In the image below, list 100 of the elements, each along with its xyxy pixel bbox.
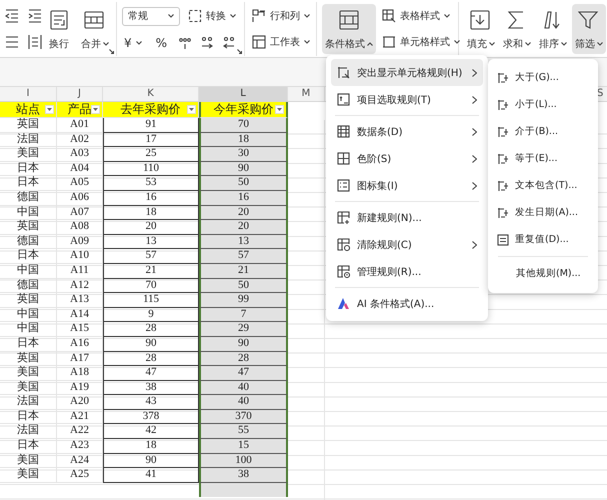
indent-increase-icon[interactable] (28, 8, 42, 24)
align-left-icon[interactable] (5, 34, 19, 50)
table-cell: 日本 (0, 336, 57, 352)
top-items-icon (337, 93, 350, 106)
column-header[interactable]: I (0, 87, 57, 101)
fill-button[interactable]: 填充 (464, 4, 498, 54)
table-cell: 中国 (0, 206, 57, 220)
column-header[interactable]: M (288, 87, 325, 101)
caret-icon (454, 40, 460, 44)
menu-item[interactable]: 新建规则(N)... (331, 204, 483, 231)
distribute-icon[interactable] (28, 34, 42, 50)
dialog-launcher-icon[interactable] (109, 49, 114, 54)
table-cell: 30 (199, 147, 288, 162)
conditional-format-icon (338, 10, 360, 30)
table-cell: A23 (57, 439, 103, 454)
filter-dropdown-button[interactable] (187, 105, 196, 114)
table-cell: 21 (199, 264, 288, 279)
table-cell: 38 (199, 468, 288, 483)
table-cell: 20 (199, 206, 288, 220)
table-cell: 20 (199, 220, 288, 235)
sum-button[interactable]: 求和 (500, 4, 534, 54)
clear-rules-icon (337, 238, 350, 251)
rule-icon (497, 98, 509, 110)
convert-button[interactable]: 转换 (186, 7, 238, 25)
caret-icon (189, 108, 194, 111)
rows-columns-button[interactable]: 行和列 (250, 7, 312, 25)
icon-set-icon (337, 179, 350, 192)
table-cell: 中国 (0, 322, 57, 337)
rule-icon (497, 180, 509, 192)
table-cell: A13 (57, 293, 103, 308)
column-header[interactable]: L (199, 87, 288, 101)
table-style-icon (382, 9, 396, 23)
menu-item[interactable]: 清除规则(C) (331, 231, 483, 258)
menu-item[interactable]: AI 条件格式(A)... (331, 290, 483, 317)
filter-icon (578, 10, 600, 30)
menu-item[interactable]: 数据条(D) (331, 118, 483, 145)
caret-icon (489, 42, 495, 46)
caret-icon (444, 14, 450, 18)
menu-item[interactable]: 重复值(D)... (492, 226, 594, 253)
table-cell: 370 (199, 410, 288, 424)
convert-icon (188, 9, 202, 23)
column-header[interactable]: J (57, 87, 103, 101)
menu-item[interactable]: 文本包含(T)... (492, 172, 594, 199)
table-cell: A22 (57, 424, 103, 440)
thousands-icon[interactable] (179, 36, 192, 50)
menu-item[interactable]: 色阶(S) (331, 145, 483, 172)
dialog-launcher-icon[interactable] (237, 49, 242, 54)
menu-item[interactable]: 项目选取规则(T) (331, 86, 483, 113)
caret-icon (47, 108, 52, 111)
table-cell: 英国 (0, 220, 57, 235)
table-cell: 57 (199, 249, 288, 264)
table-cell: 13 (199, 234, 288, 250)
table-cell: 英国 (0, 352, 57, 366)
filter-dropdown-button[interactable] (275, 105, 284, 114)
header-cell: 今年采购价 (199, 102, 288, 118)
indent-decrease-icon[interactable] (5, 8, 19, 24)
decimal-increase-icon[interactable] (201, 36, 214, 50)
menu-item[interactable]: 图标集(I) (331, 172, 483, 199)
table-cell: 英国 (0, 293, 57, 308)
table-cell: 美国 (0, 468, 57, 483)
wrap-text-button[interactable]: 换行 (46, 4, 74, 54)
table-cell: 50 (199, 278, 288, 294)
filter-dropdown-button[interactable] (45, 105, 54, 114)
menu-item[interactable]: 小于(L)... (492, 91, 594, 118)
table-cell: 90 (199, 336, 288, 352)
menu-item[interactable]: 发生日期(A)... (492, 199, 594, 226)
table-cell: 中国 (0, 308, 57, 322)
cell-style-button[interactable]: 单元格样式 (380, 33, 462, 51)
menu-item[interactable]: 其他规则(M)... (492, 260, 594, 287)
filter-dropdown-button[interactable] (91, 105, 100, 114)
table-cell: A06 (57, 190, 103, 206)
menu-item[interactable]: 管理规则(R)... (331, 258, 483, 285)
table-cell: 美国 (0, 147, 57, 162)
sort-button[interactable]: 排序 (536, 4, 570, 54)
menu-item[interactable]: 等于(E)... (492, 145, 594, 172)
worksheet-icon (252, 35, 266, 49)
number-format-select[interactable]: 常规 (122, 6, 180, 26)
table-cell: 美国 (0, 454, 57, 468)
table-cell: A01 (57, 118, 103, 133)
worksheet-button[interactable]: 工作表 (250, 33, 312, 51)
menu-item[interactable]: 介于(B)... (492, 118, 594, 145)
currency-button[interactable]: ¥ (122, 34, 144, 52)
manage-rules-icon (337, 265, 350, 278)
caret-icon (168, 14, 174, 18)
table-cell: 40 (199, 380, 288, 396)
table-style-button[interactable]: 表格样式 (380, 7, 462, 25)
table-cell: 德国 (0, 278, 57, 294)
filter-button[interactable]: 筛选 (572, 4, 606, 54)
table-cell: 德国 (0, 234, 57, 250)
decimal-decrease-icon[interactable] (223, 36, 236, 50)
chevron-right-icon (472, 96, 477, 104)
menu-item[interactable]: 突出显示单元格规则(H) (331, 59, 483, 86)
rule-icon (497, 206, 509, 218)
caret-icon (525, 42, 531, 46)
table-cell: A07 (57, 206, 103, 220)
caret-icon (304, 14, 310, 18)
conditional-format-button[interactable]: 条件格式 (322, 4, 376, 54)
merge-button[interactable]: 合并 (78, 4, 112, 54)
menu-item[interactable]: 大于(G)... (492, 64, 594, 91)
percent-button[interactable]: % (154, 34, 170, 52)
